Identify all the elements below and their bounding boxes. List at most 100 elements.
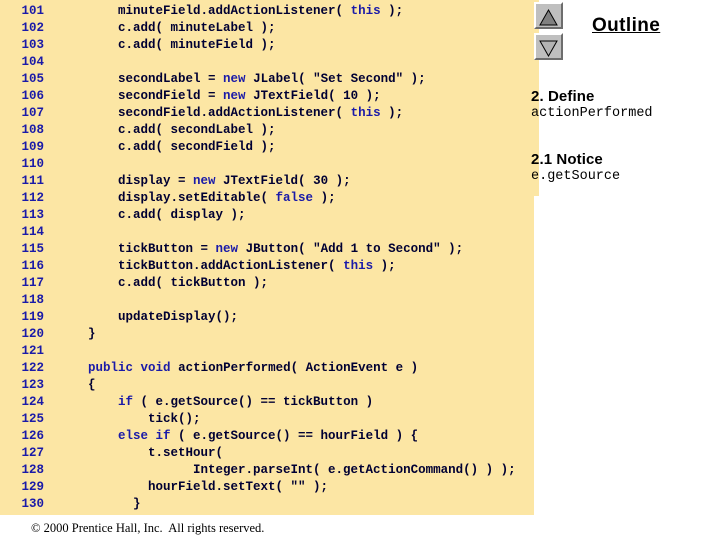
code-line: 117 c.add( tickButton ); (0, 275, 534, 292)
code-keyword: new (215, 242, 239, 256)
code-line-text: tickButton.addActionListener( this ); (118, 259, 396, 273)
code-line-number: 122 (21, 361, 44, 375)
code-keyword: new (223, 72, 246, 86)
code-line-number: 112 (21, 191, 44, 205)
code-keyword: this (343, 259, 374, 273)
code-line-number: 111 (21, 174, 44, 188)
code-line: 112 display.setEditable( false ); (0, 190, 534, 207)
code-keyword: this (350, 106, 381, 120)
outline-entry[interactable]: 2.1 Notice e.getSource (531, 151, 720, 184)
code-line-number: 129 (21, 480, 44, 494)
copyright-notice: © 2000 Prentice Hall, Inc. All rights re… (31, 521, 265, 535)
code-line-text: t.setHour( (148, 446, 224, 460)
code-line-text: minuteField.addActionListener( this ); (118, 4, 404, 18)
code-line: 128 Integer.parseInt( e.getActionCommand… (0, 462, 534, 479)
code-line-number: 108 (21, 123, 44, 137)
code-line-text: Integer.parseInt( e.getActionCommand() )… (193, 463, 516, 477)
code-line-number: 125 (21, 412, 44, 426)
code-line-text: } (133, 497, 141, 511)
code-line-number: 120 (21, 327, 44, 341)
code-line-number: 102 (21, 21, 44, 35)
outline-entry-subtext: e.getSource (531, 169, 621, 184)
outline-title: Outline (592, 15, 661, 36)
code-line-number: 124 (21, 395, 44, 409)
code-line: 121 (0, 343, 534, 360)
triangle-down-icon (536, 40, 561, 57)
code-line-text: secondLabel = new JLabel( "Set Second" )… (118, 72, 426, 86)
code-line: 122 public void actionPerformed( ActionE… (0, 360, 534, 377)
code-line-text: c.add( secondField ); (118, 140, 276, 154)
code-line: 108 c.add( secondLabel ); (0, 122, 534, 139)
code-keyword: this (350, 4, 381, 18)
code-line: 123 { (0, 377, 534, 394)
code-line-text: hourField.setText( "" ); (148, 480, 329, 494)
triangle-up-icon (536, 8, 561, 26)
code-line: 119 updateDisplay(); (0, 309, 534, 326)
code-line-text: c.add( secondLabel ); (118, 123, 276, 137)
code-keyword: false (275, 191, 314, 205)
code-line: 120 } (0, 326, 534, 343)
code-line-number: 109 (21, 140, 44, 154)
code-line: 102 c.add( minuteLabel ); (0, 20, 534, 37)
code-line-number: 115 (21, 242, 44, 256)
outline-entry[interactable]: 2. Define actionPerformed (531, 88, 720, 121)
code-line: 103 c.add( minuteField ); (0, 37, 534, 54)
code-keyword: public (88, 361, 134, 375)
code-line-text: public void actionPerformed( ActionEvent… (88, 361, 419, 375)
scroll-up-button[interactable] (534, 2, 563, 29)
code-listing-panel: 101 minuteField.addActionListener( this … (0, 0, 534, 515)
code-line: 129 hourField.setText( "" ); (0, 479, 534, 496)
code-line-number: 104 (21, 55, 44, 69)
code-line-text: c.add( minuteLabel ); (118, 21, 276, 35)
code-line-text: updateDisplay(); (118, 310, 239, 324)
code-line-number: 113 (21, 208, 44, 222)
code-line-text: if ( e.getSource() == tickButton ) (118, 395, 374, 409)
code-line: 109 c.add( secondField ); (0, 139, 534, 156)
code-line: 110 (0, 156, 534, 173)
code-line: 104 (0, 54, 534, 71)
code-lines-container: 101 minuteField.addActionListener( this … (0, 3, 534, 513)
code-line-number: 121 (21, 344, 44, 358)
code-line: 101 minuteField.addActionListener( this … (0, 3, 534, 20)
code-line: 106 secondField = new JTextField( 10 ); (0, 88, 534, 105)
outline-entry-heading: 2.1 Notice (531, 151, 603, 168)
outline-sidebar (534, 0, 720, 540)
code-keyword: new (223, 89, 246, 103)
code-line-number: 119 (21, 310, 44, 324)
code-line: 130 } (0, 496, 534, 513)
code-line-text: tick(); (148, 412, 201, 426)
code-line: 126 else if ( e.getSource() == hourField… (0, 428, 534, 445)
code-line-text: c.add( display ); (118, 208, 246, 222)
code-line-number: 117 (21, 276, 44, 290)
code-line-text: } (88, 327, 96, 341)
code-line: 118 (0, 292, 534, 309)
code-line: 111 display = new JTextField( 30 ); (0, 173, 534, 190)
code-line: 115 tickButton = new JButton( "Add 1 to … (0, 241, 534, 258)
code-line: 124 if ( e.getSource() == tickButton ) (0, 394, 534, 411)
code-keyword: if (118, 395, 134, 409)
code-line: 113 c.add( display ); (0, 207, 534, 224)
code-line: 127 t.setHour( (0, 445, 534, 462)
code-line-text: display = new JTextField( 30 ); (118, 174, 351, 188)
code-line-number: 114 (21, 225, 44, 239)
code-line-text: secondField = new JTextField( 10 ); (118, 89, 381, 103)
code-line-text: c.add( tickButton ); (118, 276, 269, 290)
code-line-number: 130 (21, 497, 44, 511)
code-line-number: 116 (21, 259, 44, 273)
code-line-number: 107 (21, 106, 44, 120)
code-keyword: new (193, 174, 216, 188)
code-keyword: void (140, 361, 171, 375)
code-line-number: 105 (21, 72, 44, 86)
code-line-number: 101 (21, 4, 44, 18)
code-line-number: 128 (21, 463, 44, 477)
code-keyword: else if (118, 429, 171, 443)
outline-entry-heading: 2. Define (531, 88, 595, 105)
code-line-number: 127 (21, 446, 44, 460)
code-line-text: display.setEditable( false ); (118, 191, 336, 205)
code-line-number: 103 (21, 38, 44, 52)
code-line-text: { (88, 378, 96, 392)
code-line: 107 secondField.addActionListener( this … (0, 105, 534, 122)
scroll-down-button[interactable] (534, 33, 563, 60)
outline-entry-subtext: actionPerformed (531, 106, 653, 121)
code-line: 116 tickButton.addActionListener( this )… (0, 258, 534, 275)
